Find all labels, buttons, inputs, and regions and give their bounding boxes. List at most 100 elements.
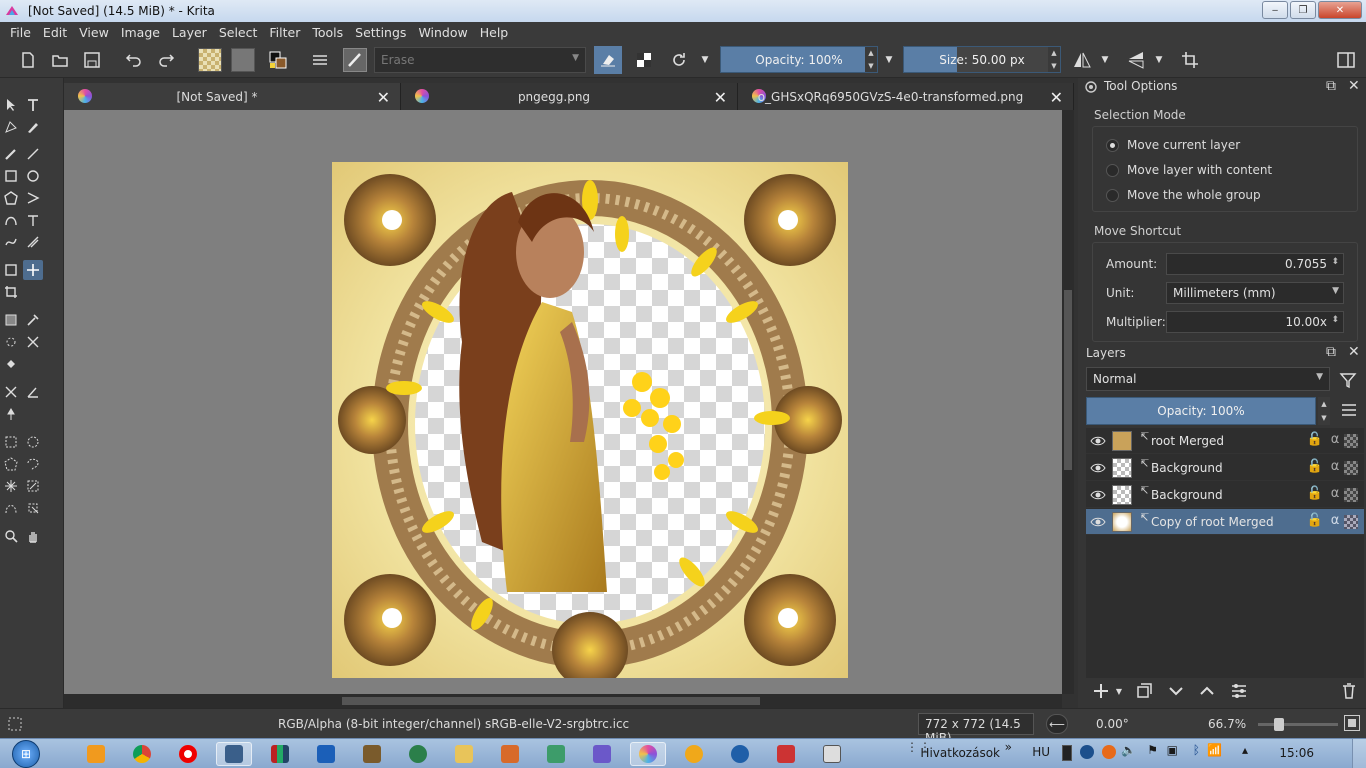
float-docker-icon[interactable]: ⧉: [1326, 78, 1336, 94]
fill-tool-icon[interactable]: [1, 354, 21, 374]
alpha-inherit-icon[interactable]: α: [1326, 459, 1344, 477]
unit-select[interactable]: Millimeters (mm) ▼: [1166, 282, 1344, 304]
foreground-background-color-icon[interactable]: [266, 48, 290, 72]
close-layers-docker-icon[interactable]: ✕: [1348, 344, 1360, 360]
blend-mode-select[interactable]: Normal ▼: [1086, 367, 1330, 391]
polyline-tool-icon[interactable]: [23, 188, 43, 208]
vertical-scroll-thumb[interactable]: [1064, 290, 1072, 470]
speaker-tray-icon[interactable]: 🔈: [1121, 743, 1136, 757]
bluetooth-app-icon[interactable]: [308, 742, 344, 766]
menu-settings[interactable]: Settings: [349, 25, 412, 40]
new-document-icon[interactable]: [16, 48, 40, 72]
clock[interactable]: 15:06: [1279, 746, 1314, 760]
undo-icon[interactable]: [122, 48, 146, 72]
dynamic-brush-icon[interactable]: [1, 232, 21, 252]
select-shapes-icon[interactable]: [1, 95, 21, 115]
zoom-slider-handle[interactable]: [1274, 718, 1284, 731]
visibility-eye-icon[interactable]: [1090, 433, 1106, 449]
calculator-icon[interactable]: [814, 742, 850, 766]
tab-pngegg[interactable]: pngegg.png ✕: [401, 83, 738, 110]
lock-icon[interactable]: 🔓: [1306, 513, 1324, 531]
start-button[interactable]: ⊞: [6, 739, 46, 768]
rotate-reset-icon[interactable]: ⟵: [1046, 714, 1068, 734]
multiplier-input[interactable]: 10.00x ⬍: [1166, 311, 1344, 333]
minimize-button[interactable]: ‒: [1262, 1, 1288, 19]
radio-button[interactable]: [1106, 188, 1119, 202]
move-tool-icon[interactable]: [23, 260, 43, 280]
close-docker-icon[interactable]: ✕: [1348, 78, 1360, 94]
move-layer-down-icon[interactable]: [1163, 680, 1189, 702]
krita-taskbar-icon[interactable]: [630, 742, 666, 766]
gradient-pattern-icon[interactable]: [198, 48, 222, 72]
layer-row-selected[interactable]: ↸ Copy of root Merged 🔓 α: [1086, 509, 1364, 535]
visibility-eye-icon[interactable]: [1090, 487, 1106, 503]
opacity-slider[interactable]: Opacity: 100% ▲ ▼: [720, 46, 878, 73]
menu-view[interactable]: View: [73, 25, 115, 40]
calligraphy-icon[interactable]: [23, 117, 43, 137]
menu-filter[interactable]: Filter: [263, 25, 306, 40]
globe-app-icon[interactable]: [400, 742, 436, 766]
add-layer-dropdown-icon[interactable]: ▼: [1112, 680, 1126, 702]
reference-tool-icon[interactable]: [1, 404, 21, 424]
show-desktop-button[interactable]: [1352, 739, 1366, 768]
redo-icon[interactable]: [154, 48, 178, 72]
menu-select[interactable]: Select: [213, 25, 264, 40]
phone-tray-icon[interactable]: [1062, 745, 1072, 761]
save-icon[interactable]: [80, 48, 104, 72]
alpha-inherit-icon[interactable]: α: [1326, 486, 1344, 504]
reload-dropdown-icon[interactable]: ▼: [698, 48, 712, 72]
polygon-select-icon[interactable]: [1, 454, 21, 474]
mirror-horizontal-icon[interactable]: [1070, 48, 1094, 72]
bluetooth-tray-icon[interactable]: ᛒ: [1193, 743, 1200, 757]
mirror-vertical-icon[interactable]: [1124, 48, 1148, 72]
zoom-slider[interactable]: [1258, 718, 1338, 731]
tab-not-saved[interactable]: [Not Saved] * ✕: [64, 83, 401, 110]
alpha-lock-icon[interactable]: [1344, 461, 1358, 475]
duplicate-layer-icon[interactable]: [1131, 680, 1157, 702]
moon-app-icon[interactable]: [722, 742, 758, 766]
transform-tool-icon[interactable]: [1, 260, 21, 280]
paint-app-icon[interactable]: [538, 742, 574, 766]
network-tray-icon[interactable]: 📶: [1207, 743, 1222, 757]
ellipse-select-icon[interactable]: [23, 432, 43, 452]
crop-tool-icon[interactable]: [1, 282, 21, 302]
layer-menu-icon[interactable]: [1340, 401, 1358, 419]
selection-display-icon[interactable]: [8, 717, 22, 731]
layer-row[interactable]: ↸ Background 🔓 α: [1086, 482, 1364, 508]
language-indicator[interactable]: HU: [1032, 745, 1050, 759]
polygon-tool-icon[interactable]: [1, 188, 21, 208]
similar-select-icon[interactable]: [23, 476, 43, 496]
pan-tool-icon[interactable]: [23, 526, 43, 546]
artwork-canvas[interactable]: [332, 162, 848, 678]
menu-edit[interactable]: Edit: [37, 25, 73, 40]
picture-app-icon[interactable]: [584, 742, 620, 766]
size-spinner[interactable]: ▲ ▼: [1048, 47, 1060, 72]
eraser-mode-icon[interactable]: [594, 46, 622, 74]
spin-arrows-icon[interactable]: ⬍: [1331, 315, 1339, 325]
opera-icon[interactable]: [170, 742, 206, 766]
media-player-icon[interactable]: [78, 742, 114, 766]
magnetic-select-icon[interactable]: [23, 498, 43, 518]
menu-help[interactable]: Help: [474, 25, 515, 40]
gradient-tool-icon[interactable]: [1, 310, 21, 330]
visibility-eye-icon[interactable]: [1090, 514, 1106, 530]
alpha-lock-icon[interactable]: [632, 48, 656, 72]
canvas-area[interactable]: [64, 110, 1062, 694]
close-tab-icon[interactable]: ✕: [377, 88, 390, 107]
contiguous-select-icon[interactable]: [1, 476, 21, 496]
links-toolbar-label[interactable]: Hivatkozások: [920, 746, 1000, 760]
gears-app-icon[interactable]: [354, 742, 390, 766]
size-slider[interactable]: Size: 50.00 px ▲ ▼: [903, 46, 1061, 73]
brush-settings-icon[interactable]: [308, 48, 332, 72]
alpha-inherit-icon[interactable]: α: [1326, 432, 1344, 450]
alpha-lock-icon[interactable]: [1344, 488, 1358, 502]
lock-icon[interactable]: 🔓: [1306, 486, 1324, 504]
rect-select-icon[interactable]: [1, 432, 21, 452]
avast-tray-icon[interactable]: [1102, 745, 1116, 759]
menu-layer[interactable]: Layer: [166, 25, 213, 40]
mirror-v-dropdown-icon[interactable]: ▼: [1152, 48, 1166, 72]
zoom-tool-icon[interactable]: [1, 526, 21, 546]
brush-preset-combo[interactable]: Erase ▼: [374, 47, 586, 73]
close-tab-icon[interactable]: ✕: [714, 88, 727, 107]
close-tab-icon[interactable]: ✕: [1050, 88, 1063, 107]
